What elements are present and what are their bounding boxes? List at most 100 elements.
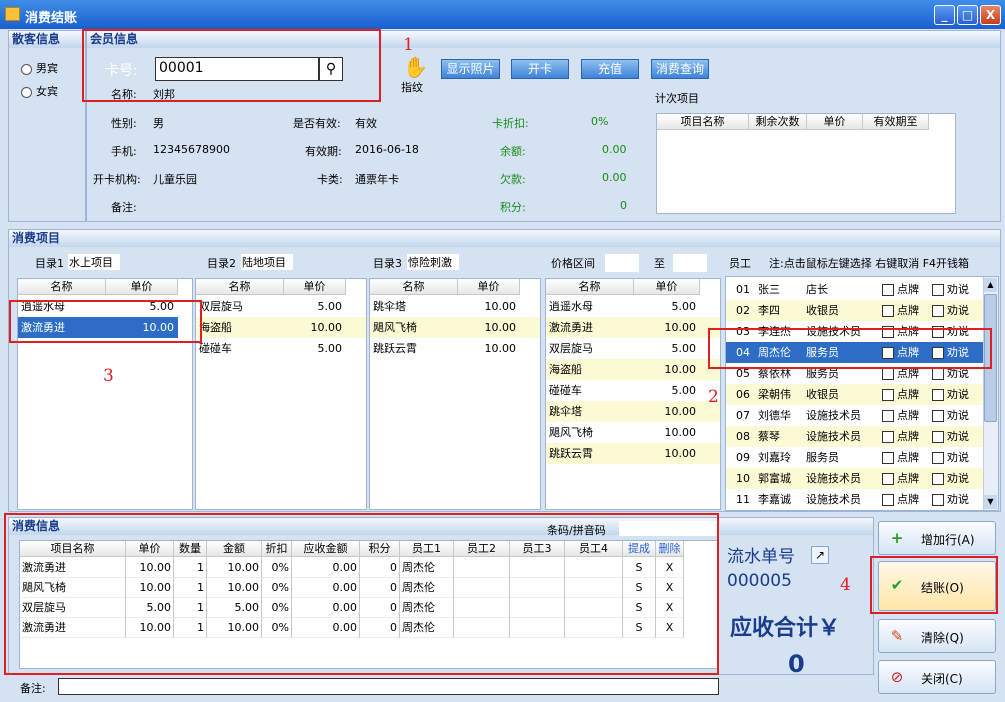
checkout-button[interactable]: ✔ 结账(O)	[878, 561, 996, 611]
maximize-button[interactable]: □	[957, 5, 978, 25]
count-items-table[interactable]: 项目名称 剩余次数 单价 有效期至	[656, 113, 956, 214]
staff-check-quan[interactable]: 劝说	[932, 468, 982, 489]
consume-row[interactable]: 双层旋马 5.00 1 5.00 0% 0.00 0 周杰伦 S X	[20, 598, 684, 618]
card-input[interactable]: 00001	[155, 57, 319, 81]
staff-list[interactable]: 01 张三 店长 点牌 劝说 02 李四 收银员 点牌 劝说 03 李连杰 设施技术员 点牌 劝说 04 周杰伦…	[725, 276, 999, 511]
staff-check-quan[interactable]: 劝说	[932, 426, 982, 447]
staff-row[interactable]: 02 李四 收银员 点牌 劝说	[726, 300, 984, 321]
female-radio[interactable]: 女宾	[21, 83, 58, 99]
consume-row[interactable]: 激流勇进 10.00 1 10.00 0% 0.00 0 周杰伦 S X	[20, 558, 684, 578]
cat1-select[interactable]: 水上项目	[68, 254, 120, 270]
staff-check-pai[interactable]: 点牌	[882, 405, 930, 426]
staff-row[interactable]: 11 李嘉诚 设施技术员 点牌 劝说	[726, 489, 984, 510]
staff-row[interactable]: 09 刘嘉玲 服务员 点牌 劝说	[726, 447, 984, 468]
open-card-button[interactable]: 开卡	[511, 59, 569, 79]
cat2-select[interactable]: 陆地项目	[241, 254, 293, 270]
staff-check-pai[interactable]: 点牌	[882, 447, 930, 468]
staff-check-quan[interactable]: 劝说	[932, 342, 982, 363]
cat2-row[interactable]: 双层旋马 5.00	[196, 296, 366, 317]
staff-row-selected[interactable]: 04 周杰伦 服务员 点牌 劝说	[726, 342, 984, 363]
staff-check-quan[interactable]: 劝说	[932, 489, 982, 510]
staff-check-quan[interactable]: 劝说	[932, 279, 982, 300]
staff-check-pai[interactable]: 点牌	[882, 426, 930, 447]
scroll-up-icon[interactable]: ▲	[984, 278, 997, 292]
price-row[interactable]: 飓风飞椅 10.00	[546, 422, 720, 443]
consume-cell-delete[interactable]: X	[658, 558, 681, 577]
staff-row[interactable]: 05 蔡依林 服务员 点牌 劝说	[726, 363, 984, 384]
close-window-button[interactable]: X	[980, 5, 1001, 25]
cat3-select[interactable]: 惊险刺激	[407, 254, 459, 270]
staff-check-pai[interactable]: 点牌	[882, 384, 930, 405]
close-button[interactable]: ⊘ 关闭(C)	[878, 660, 996, 694]
staff-check-quan[interactable]: 劝说	[932, 384, 982, 405]
scroll-thumb[interactable]	[984, 294, 997, 422]
recharge-button[interactable]: 充值	[581, 59, 639, 79]
cat3-row[interactable]: 飓风飞椅 10.00	[370, 317, 540, 338]
staff-check-quan[interactable]: 劝说	[932, 300, 982, 321]
staff-check-pai[interactable]: 点牌	[882, 300, 930, 321]
show-photo-button[interactable]: 显示照片	[441, 59, 500, 79]
consume-cell-staff3	[512, 598, 562, 617]
consume-table[interactable]: 项目名称 单价 数量 金额 折扣 应收金额 积分 员工1 员工2 员工3 员工4 提成 删除 激流勇进 10…	[19, 540, 719, 669]
staff-row[interactable]: 08 蔡琴 设施技术员 点牌 劝说	[726, 426, 984, 447]
consume-cell-commission[interactable]: S	[625, 558, 653, 577]
consume-cell-points: 0	[390, 621, 397, 634]
cat1-row-selected[interactable]: 激流勇进 10.00	[18, 317, 178, 338]
radio-icon	[21, 63, 32, 75]
barcode-input[interactable]	[619, 521, 719, 536]
check-quan-label: 劝说	[947, 409, 969, 422]
price-row[interactable]: 海盗船 10.00	[546, 359, 720, 380]
consume-note-input[interactable]	[58, 678, 719, 695]
price-to-input[interactable]	[673, 254, 707, 272]
staff-check-quan[interactable]: 劝说	[932, 447, 982, 468]
consume-row[interactable]: 激流勇进 10.00 1 10.00 0% 0.00 0 周杰伦 S X	[20, 618, 684, 638]
price-row[interactable]: 逍遥水母 5.00	[546, 296, 720, 317]
cat3-row[interactable]: 跳跃云霄 10.00	[370, 338, 540, 359]
consume-query-button[interactable]: 消费查询	[651, 59, 709, 79]
staff-check-pai[interactable]: 点牌	[882, 321, 930, 342]
clear-button[interactable]: ✎ 清除(Q)	[878, 619, 996, 653]
consume-cell-delete[interactable]: X	[658, 578, 681, 597]
price-row[interactable]: 跳跃云霄 10.00	[546, 443, 720, 464]
consume-cell-delete[interactable]: X	[658, 618, 681, 637]
points-label: 积分:	[500, 201, 526, 214]
staff-check-pai[interactable]: 点牌	[882, 468, 930, 489]
staff-check-pai[interactable]: 点牌	[882, 363, 930, 384]
add-row-button[interactable]: + 增加行(A)	[878, 521, 996, 555]
price-from-input[interactable]	[605, 254, 639, 272]
cat3-table[interactable]: 名称 单价 跳伞塔 10.00 飓风飞椅 10.00 跳跃云霄 10.00	[369, 278, 541, 510]
cat3-row[interactable]: 跳伞塔 10.00	[370, 296, 540, 317]
cat2-row[interactable]: 碰碰车 5.00	[196, 338, 366, 359]
cat2-table[interactable]: 名称 单价 双层旋马 5.00 海盗船 10.00 碰碰车 5.00	[195, 278, 367, 510]
cat1-table[interactable]: 名称 单价 逍遥水母 5.00 激流勇进 10.00	[17, 278, 193, 510]
minimize-button[interactable]: _	[934, 5, 955, 25]
price-row[interactable]: 碰碰车 5.00	[546, 380, 720, 401]
cat2-row[interactable]: 海盗船 10.00	[196, 317, 366, 338]
male-radio[interactable]: 男宾	[21, 60, 58, 76]
staff-check-pai[interactable]: 点牌	[882, 342, 930, 363]
consume-cell-commission[interactable]: S	[625, 618, 653, 637]
consume-cell-commission[interactable]: S	[625, 598, 653, 617]
staff-row[interactable]: 01 张三 店长 点牌 劝说	[726, 279, 984, 300]
consume-cell-delete[interactable]: X	[658, 598, 681, 617]
price-row[interactable]: 跳伞塔 10.00	[546, 401, 720, 422]
cat1-row[interactable]: 逍遥水母 5.00	[18, 296, 178, 317]
price-row[interactable]: 双层旋马 5.00	[546, 338, 720, 359]
price-table[interactable]: 名称 单价 逍遥水母 5.00 激流勇进 10.00 双层旋马 5.00 海盗船 10.…	[545, 278, 721, 510]
staff-check-quan[interactable]: 劝说	[932, 363, 982, 384]
search-icon[interactable]: ⚲	[319, 57, 343, 81]
staff-row[interactable]: 06 梁朝伟 收银员 点牌 劝说	[726, 384, 984, 405]
scroll-down-icon[interactable]: ▼	[984, 495, 997, 509]
staff-row[interactable]: 03 李连杰 设施技术员 点牌 劝说	[726, 321, 984, 342]
hand-icon[interactable]: ✋	[403, 55, 428, 79]
consume-row[interactable]: 飓风飞椅 10.00 1 10.00 0% 0.00 0 周杰伦 S X	[20, 578, 684, 598]
staff-check-quan[interactable]: 劝说	[932, 405, 982, 426]
staff-row[interactable]: 10 郭富城 设施技术员 点牌 劝说	[726, 468, 984, 489]
staff-check-quan[interactable]: 劝说	[932, 321, 982, 342]
staff-row[interactable]: 07 刘德华 设施技术员 点牌 劝说	[726, 405, 984, 426]
staff-check-pai[interactable]: 点牌	[882, 489, 930, 510]
cursor-icon[interactable]: ↗	[811, 546, 829, 564]
consume-cell-commission[interactable]: S	[625, 578, 653, 597]
staff-check-pai[interactable]: 点牌	[882, 279, 930, 300]
price-row[interactable]: 激流勇进 10.00	[546, 317, 720, 338]
